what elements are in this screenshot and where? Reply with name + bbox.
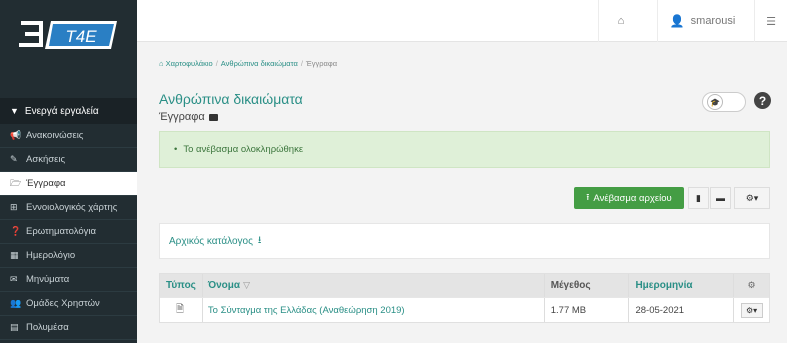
sidebar-item-label: Ασκήσεις	[26, 154, 66, 165]
sidebar-item-label: Μηνύματα	[26, 274, 70, 285]
question-circle-icon: ❓	[10, 226, 22, 236]
file-name-link[interactable]: Το Σύνταγμα της Ελλάδας (Αναθεώρηση 2019…	[201, 298, 544, 322]
sidebar-item-label: Ανακοινώσεις	[26, 130, 84, 141]
new-folder-button[interactable]: ▬	[710, 187, 731, 209]
home-icon: ⌂	[617, 15, 625, 27]
chevron-down-icon: ▼	[10, 106, 19, 116]
sidebar-item[interactable]: ⊞ Εννοιολογικός χάρτης	[0, 196, 137, 220]
breadcrumb-current: Έγγραφα	[305, 59, 338, 68]
folder-icon	[208, 113, 218, 121]
t4e-logo[interactable]: T4E	[0, 0, 137, 70]
page-subtitle: Έγγραφα	[159, 111, 218, 123]
edit-icon: ✎	[10, 154, 18, 164]
header-name[interactable]: Όνομα ▽	[201, 274, 544, 297]
file-date: 28-05-2021	[628, 298, 733, 322]
bullet-icon: •	[174, 144, 178, 155]
graduation-cap-icon: 🎓	[707, 94, 723, 110]
edit-mode-toggle[interactable]: 🎓	[702, 92, 746, 112]
sidebar-section-active-tools[interactable]: ▼ Ενεργά εργαλεία	[0, 98, 137, 124]
sidebar-item[interactable]: 📢 Ανακοινώσεις	[0, 124, 137, 148]
header-date[interactable]: Ημερομηνία	[628, 274, 733, 297]
root-directory-box: Αρχικός κατάλογος ⭳	[159, 223, 770, 259]
film-icon: ▤	[10, 322, 19, 332]
sidebar-item[interactable]: ✎ Ασκήσεις	[0, 148, 137, 172]
sidebar-section-label: Ενεργά εργαλεία	[24, 105, 99, 117]
alert-message: Το ανέβασμα ολοκληρώθηκε	[183, 144, 304, 155]
breadcrumb-home[interactable]: ⌂ Χαρτοφυλάκιο	[159, 59, 213, 68]
help-button[interactable]: ?	[754, 92, 771, 109]
table-header: Τύπος Όνομα ▽ Μέγεθος Ημερομηνία ⚙	[160, 274, 769, 298]
sidebar-item-label: Έγγραφα	[26, 178, 66, 189]
sidebar-item[interactable]: ▦ Ημερολόγιο	[0, 244, 137, 268]
settings-menu-button[interactable]: ☰	[754, 0, 787, 42]
sidebar-item[interactable]: ✉ Μηνύματα	[0, 268, 137, 292]
sidebar-item-label: Πολυμέσα	[26, 322, 69, 333]
row-actions: ⚙▾	[733, 298, 769, 322]
file-size: 1.77 MB	[543, 298, 629, 322]
home-button[interactable]: ⌂	[598, 0, 643, 42]
envelope-icon: ✉	[10, 274, 18, 284]
gears-icon: ⚙	[733, 274, 769, 297]
header-type[interactable]: Τύπος	[160, 280, 202, 291]
topbar: ⌂ 👤 smarousi ☰	[137, 0, 787, 42]
sidebar-item-label: Ημερολόγιο	[26, 250, 76, 261]
sidebar-item[interactable]: 👥 Ομάδες Χρηστών	[0, 292, 137, 316]
row-settings-button[interactable]: ⚙▾	[740, 302, 763, 318]
page-title: Ανθρώπινα δικαιώματα	[159, 91, 303, 107]
home-icon: ⌂	[159, 59, 166, 68]
users-icon: 👥	[10, 298, 22, 308]
sidebar-item-label: Ομάδες Χρηστών	[26, 298, 100, 309]
user-name: smarousi	[690, 15, 736, 27]
root-directory-link[interactable]: Αρχικός κατάλογος	[169, 236, 253, 247]
logo-mark-icon: T4E	[18, 21, 117, 49]
settings-dropdown-button[interactable]: ⚙▾	[734, 187, 770, 209]
download-icon[interactable]: ⭳	[258, 233, 262, 250]
sitemap-icon: ⊞	[10, 202, 18, 212]
sliders-icon: ☰	[766, 15, 776, 28]
sidebar-item-label: Ερωτηματολόγια	[26, 226, 96, 237]
breadcrumb: ⌂ Χαρτοφυλάκιο / Ανθρώπινα δικαιώματα / Έγγρ…	[159, 59, 338, 68]
breadcrumb-course[interactable]: Ανθρώπινα δικαιώματα	[221, 59, 298, 68]
folder-open-icon: 🗁	[10, 177, 22, 188]
bullhorn-icon: 📢	[10, 130, 22, 140]
file-pdf-icon: 🗎	[176, 303, 185, 315]
table-row: 🗎 Το Σύνταγμα της Ελλάδας (Αναθεώρηση 201…	[160, 298, 769, 322]
sidebar-item[interactable]: ▤ Πολυμέσα	[0, 316, 137, 340]
svg-text:T4E: T4E	[65, 27, 97, 46]
sidebar-item[interactable]: 🗁 Έγγραφα	[0, 172, 137, 196]
folder-icon: ▬	[716, 193, 725, 203]
sidebar: T4E ▼ Ενεργά εργαλεία 📢 Ανακοινώσεις ✎ Ασκή…	[0, 0, 137, 343]
sidebar-item[interactable]: ❓ Ερωτηματολόγια	[0, 220, 137, 244]
upload-file-button[interactable]: ⭱ Ανέβασμα αρχείου	[574, 187, 684, 209]
upload-icon: ⭱	[586, 192, 590, 202]
sort-icon: ▽	[243, 280, 250, 290]
file-icon: ▮	[696, 192, 701, 203]
sidebar-item-label: Εννοιολογικός χάρτης	[26, 202, 118, 213]
user-icon: 👤	[669, 14, 685, 28]
success-alert: • Το ανέβασμα ολοκληρώθηκε	[159, 131, 770, 168]
calendar-icon: ▦	[10, 250, 19, 260]
new-document-button[interactable]: ▮	[688, 187, 709, 209]
header-size[interactable]: Μέγεθος	[543, 274, 629, 297]
documents-table: Τύπος Όνομα ▽ Μέγεθος Ημερομηνία ⚙ 🗎 Το Σύ…	[159, 273, 770, 323]
user-menu[interactable]: 👤 smarousi	[657, 0, 747, 42]
gears-icon: ⚙▾	[745, 192, 759, 203]
